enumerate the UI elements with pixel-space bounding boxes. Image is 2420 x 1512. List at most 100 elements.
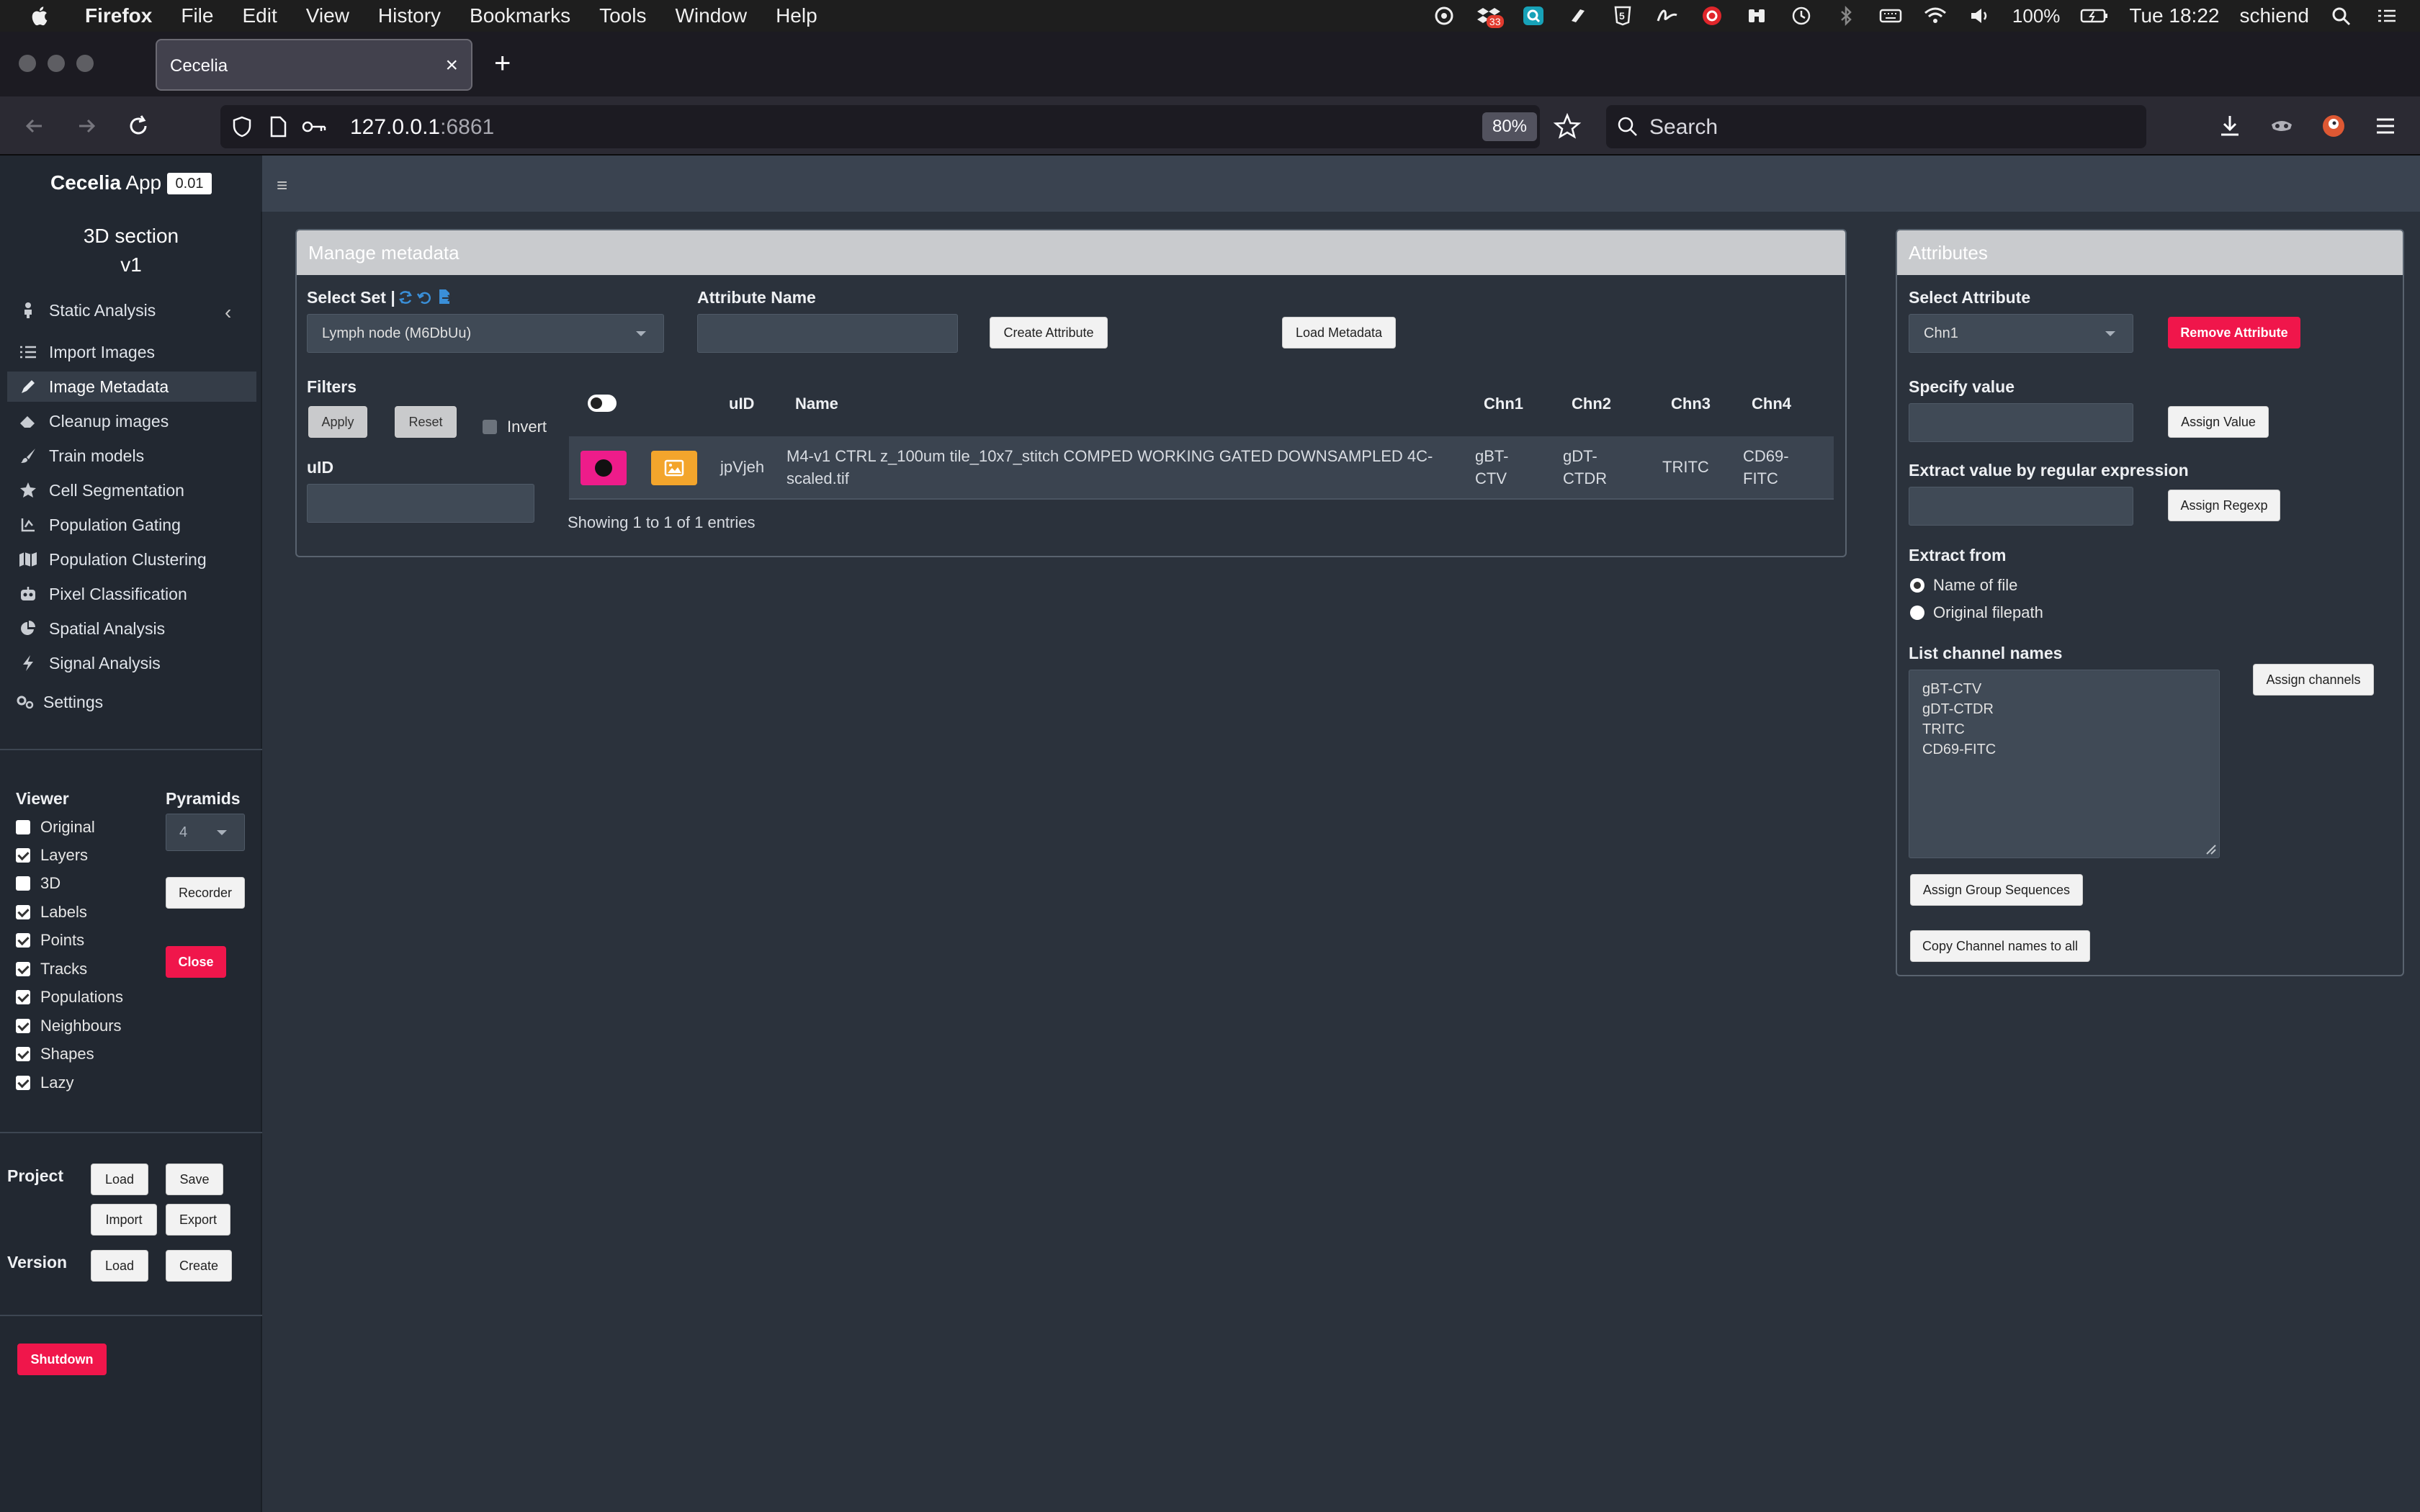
sidebar-item-signal-analysis[interactable]: Signal Analysis xyxy=(7,648,256,678)
version-create-button[interactable]: Create xyxy=(166,1250,232,1282)
uid-filter-input[interactable] xyxy=(307,484,534,523)
sidebar-item-train-models[interactable]: Train models xyxy=(7,441,256,471)
wifi-icon[interactable] xyxy=(1923,5,1948,27)
menu-help[interactable]: Help xyxy=(776,4,817,27)
column-header-name[interactable]: Name xyxy=(795,395,838,413)
sidebar-item-population-gating[interactable]: Population Gating xyxy=(7,510,256,540)
window-minimize-dot[interactable] xyxy=(48,55,65,72)
row-view-button[interactable] xyxy=(581,451,627,485)
checkbox[interactable] xyxy=(16,848,30,863)
bluetooth-icon[interactable] xyxy=(1834,5,1858,27)
menu-history[interactable]: History xyxy=(378,4,441,27)
html5-icon[interactable]: 5 xyxy=(1610,5,1635,27)
pyramids-select[interactable]: 4 xyxy=(166,814,245,851)
zoom-level-badge[interactable]: 80% xyxy=(1482,112,1537,141)
control-center-icon[interactable] xyxy=(2374,5,2398,27)
menu-tools[interactable]: Tools xyxy=(599,4,646,27)
checkbox[interactable] xyxy=(16,933,30,948)
viewer-option-labels[interactable]: Labels xyxy=(16,903,87,922)
radio-button[interactable] xyxy=(1910,578,1924,593)
menu-window[interactable]: Window xyxy=(675,4,747,27)
viewer-option-layers[interactable]: Layers xyxy=(16,846,88,865)
channel-names-textarea[interactable]: gBT-CTV gDT-CTDR TRITC CD69-FITC xyxy=(1909,670,2220,858)
url-bar[interactable]: 127.0.0.1:6861 xyxy=(220,105,1540,148)
binoculars-icon[interactable] xyxy=(1744,5,1769,27)
extract-from-name-radio[interactable]: Name of file xyxy=(1910,576,2017,595)
menu-view[interactable]: View xyxy=(306,4,349,27)
tab-close-icon[interactable]: × xyxy=(445,53,458,78)
sidebar-item-import-images[interactable]: Import Images xyxy=(7,337,256,367)
search-app-icon[interactable] xyxy=(1521,5,1546,27)
record-icon[interactable] xyxy=(1700,5,1724,27)
page-icon[interactable] xyxy=(268,115,288,138)
menu-bookmarks[interactable]: Bookmarks xyxy=(470,4,570,27)
select-set-dropdown[interactable]: Lymph node (M6DbUu) xyxy=(307,314,664,353)
dropbox-icon[interactable]: 33 xyxy=(1476,5,1504,28)
viewer-option-points[interactable]: Points xyxy=(16,931,84,950)
time-machine-icon[interactable] xyxy=(1789,5,1814,27)
assign-channels-button[interactable]: Assign channels xyxy=(2253,664,2374,696)
undo-icon[interactable] xyxy=(416,289,432,305)
new-tab-icon[interactable]: + xyxy=(494,48,511,80)
sidebar-toggle-icon[interactable]: ≡ xyxy=(277,174,287,197)
load-metadata-button[interactable]: Load Metadata xyxy=(1282,317,1396,348)
sidebar-group-static-analysis[interactable]: Static Analysis xyxy=(7,295,256,325)
checkbox[interactable] xyxy=(16,1076,30,1090)
column-header-chn4[interactable]: Chn4 xyxy=(1752,395,1791,413)
reset-filter-button[interactable]: Reset xyxy=(395,406,457,438)
keyboard-icon[interactable] xyxy=(1878,5,1903,27)
sidebar-item-cell-segmentation[interactable]: Cell Segmentation xyxy=(7,475,256,505)
specify-value-input[interactable] xyxy=(1909,403,2133,442)
checkbox[interactable] xyxy=(483,420,497,434)
forward-icon[interactable] xyxy=(72,112,101,140)
sidebar-item-pixel-classification[interactable]: Pixel Classification xyxy=(7,579,256,609)
regex-input[interactable] xyxy=(1909,487,2133,526)
window-zoom-dot[interactable] xyxy=(76,55,94,72)
file-export-icon[interactable] xyxy=(436,288,452,305)
creative-cloud-icon[interactable] xyxy=(1432,5,1456,27)
radio-button[interactable] xyxy=(1910,606,1924,620)
checkbox[interactable] xyxy=(16,905,30,919)
invert-filter-checkbox[interactable]: Invert xyxy=(483,418,547,436)
menubar-clock[interactable]: Tue 18:22 xyxy=(2129,4,2219,27)
key-icon[interactable] xyxy=(301,117,327,137)
shutdown-button[interactable]: Shutdown xyxy=(17,1344,107,1375)
project-import-button[interactable]: Import xyxy=(91,1204,157,1236)
menu-app-firefox[interactable]: Firefox xyxy=(85,4,152,27)
viewer-option-3d[interactable]: 3D xyxy=(16,874,60,893)
close-viewer-button[interactable]: Close xyxy=(166,946,226,978)
assign-value-button[interactable]: Assign Value xyxy=(2168,406,2269,438)
sparkle-icon[interactable] xyxy=(1566,5,1590,27)
bookmark-star-icon[interactable] xyxy=(1553,112,1582,141)
viewer-option-shapes[interactable]: Shapes xyxy=(16,1045,94,1063)
version-load-button[interactable]: Load xyxy=(91,1250,148,1282)
table-row[interactable]: jpVjeh M4-v1 CTRL z_100um tile_10x7_stit… xyxy=(569,436,1834,498)
select-all-toggle[interactable] xyxy=(588,395,617,412)
search-bar[interactable]: Search xyxy=(1606,105,2146,148)
checkbox[interactable] xyxy=(16,876,30,891)
downloads-icon[interactable] xyxy=(2215,112,2244,140)
column-header-uid[interactable]: uID xyxy=(729,395,754,413)
create-attribute-button[interactable]: Create Attribute xyxy=(990,317,1108,348)
checkbox[interactable] xyxy=(16,962,30,976)
menubar-user[interactable]: schiend xyxy=(2239,4,2309,27)
attribute-name-input[interactable] xyxy=(697,314,958,353)
volume-icon[interactable] xyxy=(1968,5,1992,27)
assign-regexp-button[interactable]: Assign Regexp xyxy=(2168,490,2280,521)
checkbox[interactable] xyxy=(16,990,30,1004)
viewer-option-populations[interactable]: Populations xyxy=(16,988,123,1007)
sidebar-item-cleanup-images[interactable]: Cleanup images xyxy=(7,406,256,436)
checkbox[interactable] xyxy=(16,1019,30,1033)
column-header-chn2[interactable]: Chn2 xyxy=(1572,395,1611,413)
checkbox[interactable] xyxy=(16,1047,30,1061)
window-close-dot[interactable] xyxy=(19,55,36,72)
viewer-option-tracks[interactable]: Tracks xyxy=(16,960,87,978)
signature-icon[interactable] xyxy=(1655,5,1680,27)
shield-icon[interactable] xyxy=(230,115,254,138)
menu-file[interactable]: File xyxy=(181,4,213,27)
checkbox[interactable] xyxy=(16,820,30,834)
extract-from-filepath-radio[interactable]: Original filepath xyxy=(1910,603,2043,622)
project-load-button[interactable]: Load xyxy=(91,1164,148,1195)
app-menu-icon[interactable] xyxy=(2371,112,2400,140)
resize-handle-icon[interactable] xyxy=(2204,842,2217,855)
